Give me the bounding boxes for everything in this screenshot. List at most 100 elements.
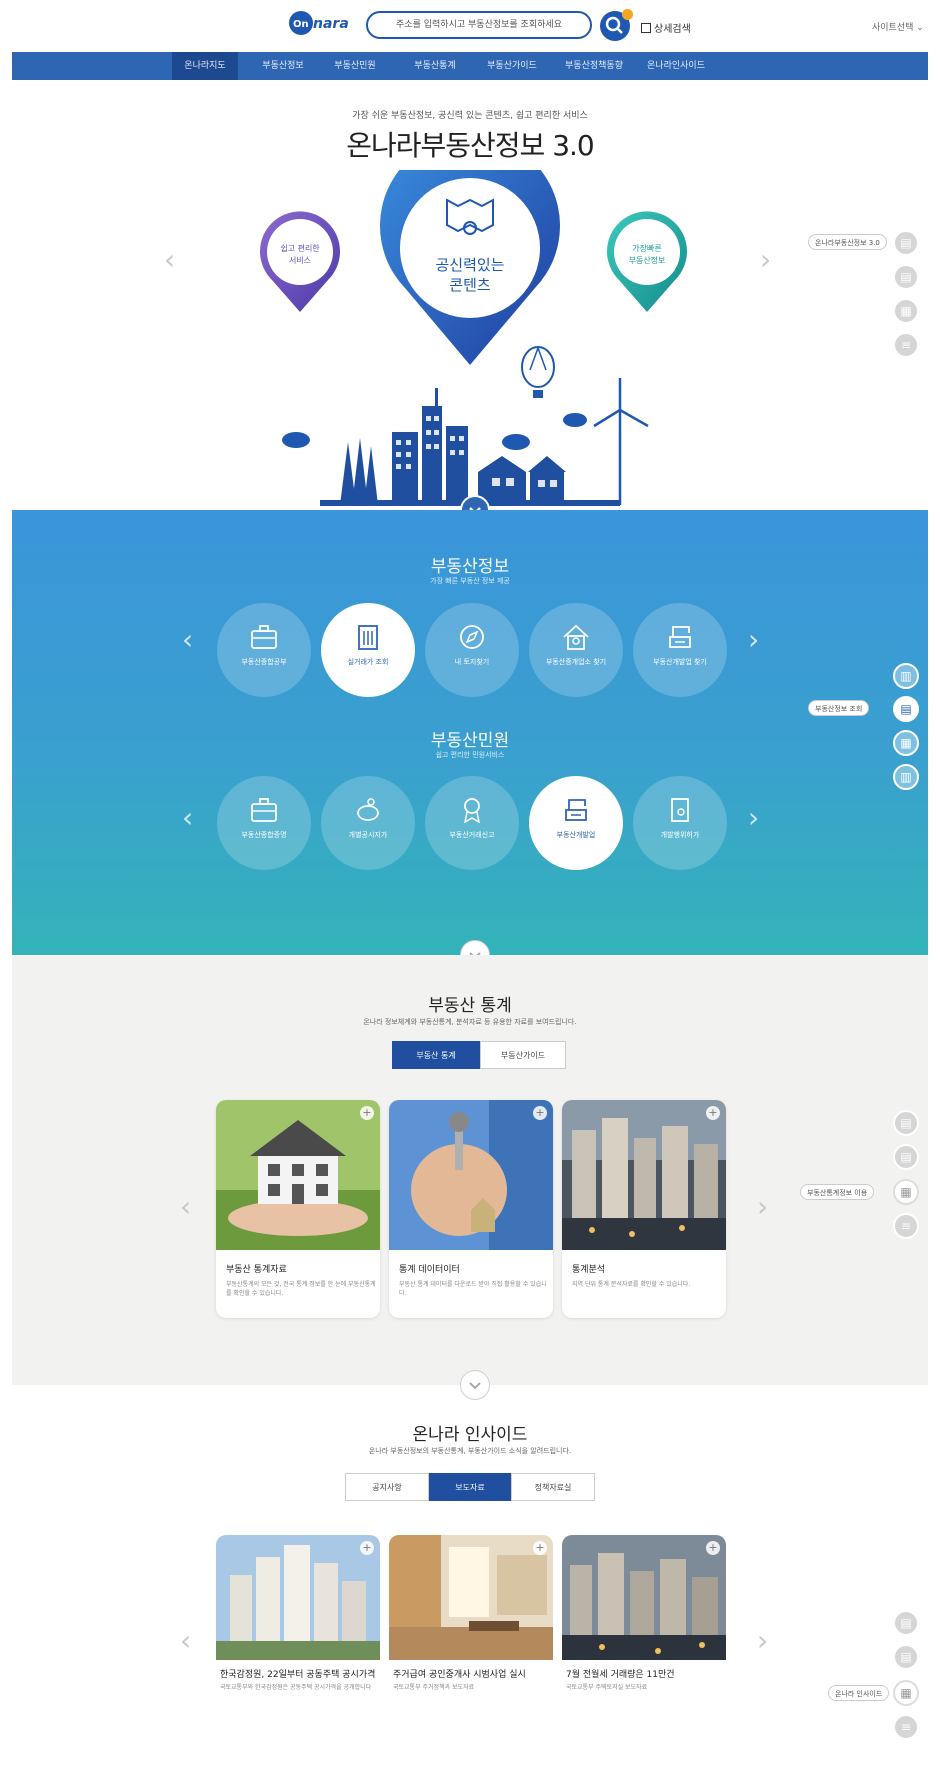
info-prev-arrow[interactable]: ‹ xyxy=(182,626,193,654)
civil-item-label: 개별공시지가 xyxy=(348,831,388,839)
nav-item-civil[interactable]: 부동산민원 xyxy=(320,52,390,80)
side-tip-insight: 온나라 인사이드 xyxy=(828,1685,890,1701)
insight-card-3[interactable]: + 7월 전월세 거래량은 11만건 국토교통부 주택토지실 보도자료 xyxy=(562,1535,726,1695)
apartment-towers-image xyxy=(216,1535,380,1660)
onnara-logo[interactable]: On nara xyxy=(288,9,354,37)
search-input[interactable]: 주소를 입력하시고 부동산정보를 조회하세요 xyxy=(366,11,592,39)
side-list-icon[interactable]: ≡ xyxy=(893,1213,919,1239)
nav-item-inside[interactable]: 온나라인사이드 xyxy=(636,52,716,80)
card-title: 한국감정원, 22일부터 공동주택 공시가격 열람 xyxy=(220,1670,378,1680)
hero-illustration: 쉽고 편리한 서비스 공신력있는 콘텐츠 가장빠른 부동산정보 xyxy=(260,170,687,506)
info-item-my-land[interactable]: 내 토지찾기 xyxy=(425,603,519,697)
insight-subtitle: 온나라 부동산정보의 부동산통계, 부동산가이드 소식을 알려드립니다. xyxy=(368,1447,572,1455)
civil-item-land-price[interactable]: 개별공시지가 xyxy=(321,776,415,870)
side-doc-icon[interactable]: ▤ xyxy=(893,1110,919,1136)
insight-tabs: 공지사항 보도자료 정책자료실 xyxy=(345,1473,595,1501)
site-select-label: 사이트선택 xyxy=(872,23,914,33)
civil-item-report[interactable]: 부동산거래신고 xyxy=(425,776,519,870)
realestate-info-subtitle: 가장 빠른 부동산 정보 제공 xyxy=(430,577,510,585)
info-item-broker[interactable]: 부동산중개업소 찾기 xyxy=(529,603,623,697)
insight-prev-arrow[interactable]: ‹ xyxy=(180,1627,191,1655)
side-tip-stats: 부동산통계정보 이용 xyxy=(800,1184,875,1200)
pin-center-line2: 콘텐츠 xyxy=(449,276,491,294)
scroll-down-button-3[interactable] xyxy=(460,1370,490,1400)
side-building-icon[interactable]: ▦ xyxy=(893,1680,919,1706)
nav-item-guide[interactable]: 부동산가이드 xyxy=(474,52,550,80)
card-title: 7월 전월세 거래량은 11만건 xyxy=(566,1670,675,1680)
stats-card-3[interactable]: + 통계분석 지역 단위 통계 분석자료를 확인할 수 있습니다. xyxy=(562,1100,726,1318)
side-chart-icon[interactable]: ▥ xyxy=(893,663,919,689)
side-doc-icon[interactable]: ▤ xyxy=(893,230,919,256)
info-next-arrow[interactable]: › xyxy=(748,626,759,654)
side-tip-blue: 부동산정보 조회 xyxy=(808,700,870,716)
stats-section: 부동산 통계 온나라 정보체계와 부동산통계, 분석자료 등 유용한 자료를 보… xyxy=(12,955,928,1385)
card-desc: 부동산 통계 데이터를 다운로드 받아 직접 활용할 수 있습니다. xyxy=(399,1281,547,1297)
tab-guide[interactable]: 부동산가이드 xyxy=(480,1041,566,1069)
side-file-icon[interactable]: ▤ xyxy=(893,264,919,290)
civil-item-developer[interactable]: 부동산개발업 xyxy=(529,776,623,870)
main-nav: 온나라지도 부동산정보 부동산민원 부동산통계 부동산가이드 부동산정책동향 온… xyxy=(12,52,928,80)
award-icon xyxy=(463,798,481,824)
card-desc: 국토교통부 주거정책과 보도자료 xyxy=(393,1684,475,1691)
info-item-comprehensive[interactable]: 부동산종합공부 xyxy=(217,603,311,697)
civil-item-certificate[interactable]: 부동산종합증명 xyxy=(217,776,311,870)
pin-left-line1: 쉽고 편리한 xyxy=(280,243,320,253)
stats-prev-arrow[interactable]: ‹ xyxy=(180,1193,191,1221)
checkbox-icon xyxy=(641,23,651,33)
insight-card-1[interactable]: + 한국감정원, 22일부터 공동주택 공시가격 열람 국토교통부와 한국감정원… xyxy=(216,1535,380,1695)
tab-press[interactable]: 보도자료 xyxy=(429,1473,511,1501)
site-select-dropdown[interactable]: 사이트선택 ⌄ xyxy=(872,20,924,33)
side-list-icon[interactable]: ≡ xyxy=(893,1714,919,1740)
tab-stats[interactable]: 부동산 통계 xyxy=(392,1041,480,1069)
plus-icon[interactable]: + xyxy=(706,1106,720,1120)
nav-item-stats[interactable]: 부동산통계 xyxy=(398,52,472,80)
side-building-icon[interactable]: ▦ xyxy=(893,730,919,756)
side-doc-icon[interactable]: ▤ xyxy=(893,1610,919,1636)
pin-right: 가장빠른 부동산정보 xyxy=(606,211,687,312)
civil-prev-arrow[interactable]: ‹ xyxy=(182,804,193,832)
side-search-doc-icon[interactable]: ▤ xyxy=(893,1144,919,1170)
info-item-label: 실거래가 조회 xyxy=(347,658,389,666)
insight-next-arrow[interactable]: › xyxy=(757,1627,768,1655)
briefcase-icon xyxy=(251,625,277,649)
hero-next-arrow[interactable]: › xyxy=(760,246,771,274)
side-file-icon[interactable]: ▤ xyxy=(893,1644,919,1670)
tab-notice[interactable]: 공지사항 xyxy=(345,1473,429,1501)
nav-item-map[interactable]: 온나라지도 xyxy=(172,52,238,80)
search-badge xyxy=(622,9,633,20)
civil-item-permit[interactable]: 개발행위허가 xyxy=(633,776,727,870)
nav-item-info[interactable]: 부동산정보 xyxy=(248,52,318,80)
plus-icon[interactable]: + xyxy=(533,1541,547,1555)
briefcase-icon xyxy=(251,798,277,822)
side-list-icon[interactable]: ≡ xyxy=(893,332,919,358)
tab-policy[interactable]: 정책자료실 xyxy=(511,1473,595,1501)
realestate-civil-title: 부동산민원 xyxy=(430,731,510,751)
stats-next-arrow[interactable]: › xyxy=(757,1193,768,1221)
plus-icon[interactable]: + xyxy=(706,1541,720,1555)
plus-icon[interactable]: + xyxy=(533,1106,547,1120)
info-item-developer[interactable]: 부동산개발업 찾기 xyxy=(633,603,727,697)
detail-search-checkbox[interactable]: 상세검색 xyxy=(641,20,691,35)
insight-card-2[interactable]: + 주거급여 공인중개사 시범사업 실시 국토교통부 주거정책과 보도자료 xyxy=(389,1535,553,1695)
plus-icon[interactable]: + xyxy=(360,1106,374,1120)
side-building-icon[interactable]: ▦ xyxy=(893,298,919,324)
info-item-label: 부동산중개업소 찾기 xyxy=(545,658,607,666)
cloud-icon xyxy=(282,432,310,448)
hero-prev-arrow[interactable]: ‹ xyxy=(164,246,175,274)
info-item-transaction[interactable]: 실거래가 조회 xyxy=(321,603,415,697)
building-icon xyxy=(358,625,378,650)
plus-icon[interactable]: + xyxy=(360,1541,374,1555)
stats-card-2[interactable]: + 통계 데이터이터 부동산 통계 데이터를 다운로드 받아 직접 활용할 수 … xyxy=(389,1100,553,1318)
civil-next-arrow[interactable]: › xyxy=(748,804,759,832)
search-button[interactable] xyxy=(600,9,633,41)
nav-item-policy[interactable]: 부동산정책동향 xyxy=(552,52,636,80)
side-book-icon[interactable]: ▥ xyxy=(893,764,919,790)
side-building-icon[interactable]: ▦ xyxy=(893,1179,919,1205)
side-search-doc-icon[interactable]: ▤ xyxy=(893,696,919,722)
insight-title: 온나라 인사이드 xyxy=(412,1425,528,1445)
stats-card-1[interactable]: + 부동산 통계자료 부동산통계의 모든 것, 전국 통계 정보를 한 눈에 부… xyxy=(216,1100,380,1318)
side-tip-hero: 온나라부동산정보 3.0 xyxy=(808,234,887,250)
compass-icon xyxy=(460,625,484,649)
card-desc: 부동산통계의 모든 것, 전국 통계 정보를 한 눈에 부동산통계를 확인할 수… xyxy=(226,1281,376,1297)
house-in-hands-image xyxy=(216,1100,380,1250)
